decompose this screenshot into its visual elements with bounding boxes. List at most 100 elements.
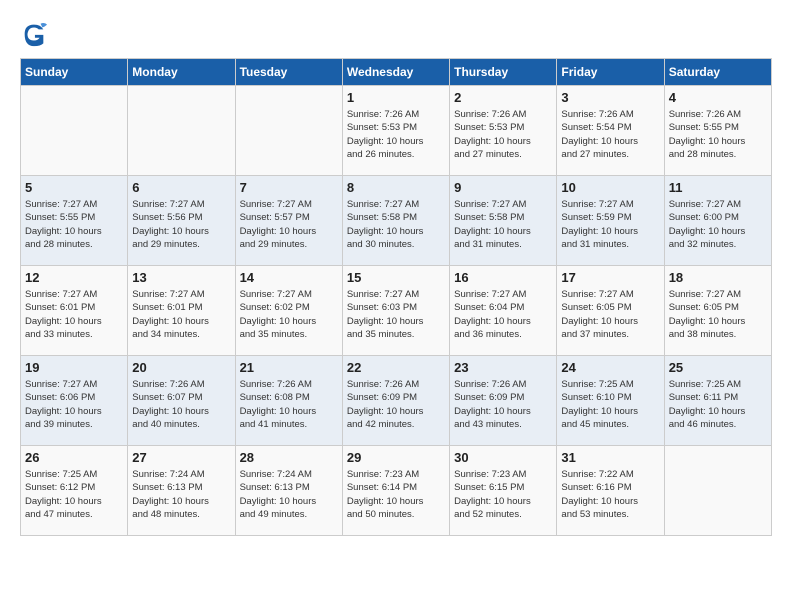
logo [20,20,52,48]
calendar-cell: 17 Sunrise: 7:27 AM Sunset: 6:05 PM Dayli… [557,266,664,356]
day-info: Sunrise: 7:25 AM Sunset: 6:11 PM Dayligh… [669,378,767,431]
weekday-header: Saturday [664,59,771,86]
day-info: Sunrise: 7:27 AM Sunset: 5:55 PM Dayligh… [25,198,123,251]
calendar-week-row: 26 Sunrise: 7:25 AM Sunset: 6:12 PM Dayli… [21,446,772,536]
day-info: Sunrise: 7:25 AM Sunset: 6:12 PM Dayligh… [25,468,123,521]
day-info: Sunrise: 7:27 AM Sunset: 6:05 PM Dayligh… [561,288,659,341]
day-number: 5 [25,180,123,195]
day-info: Sunrise: 7:27 AM Sunset: 6:03 PM Dayligh… [347,288,445,341]
day-number: 11 [669,180,767,195]
calendar-cell: 27Sunrise: 7:24 AM Sunset: 6:13 PM Dayli… [128,446,235,536]
day-number: 24 [561,360,659,375]
day-info: Sunrise: 7:24 AM Sunset: 6:13 PM Dayligh… [240,468,338,521]
calendar-cell: 29 Sunrise: 7:23 AM Sunset: 6:14 PM Dayli… [342,446,449,536]
calendar-cell: 20Sunrise: 7:26 AM Sunset: 6:07 PM Dayli… [128,356,235,446]
calendar-cell: 15 Sunrise: 7:27 AM Sunset: 6:03 PM Dayli… [342,266,449,356]
day-number: 31 [561,450,659,465]
calendar-cell: 12Sunrise: 7:27 AM Sunset: 6:01 PM Dayli… [21,266,128,356]
day-number: 16 [454,270,552,285]
weekday-header-row: SundayMondayTuesdayWednesdayThursdayFrid… [21,59,772,86]
calendar-week-row: 1 Sunrise: 7:26 AM Sunset: 5:53 PM Daylig… [21,86,772,176]
calendar-cell: 10 Sunrise: 7:27 AM Sunset: 5:59 PM Dayli… [557,176,664,266]
day-info: Sunrise: 7:26 AM Sunset: 5:53 PM Dayligh… [454,108,552,161]
calendar-cell: 3Sunrise: 7:26 AM Sunset: 5:54 PM Daylig… [557,86,664,176]
day-info: Sunrise: 7:27 AM Sunset: 5:58 PM Dayligh… [454,198,552,251]
day-info: Sunrise: 7:26 AM Sunset: 6:07 PM Dayligh… [132,378,230,431]
calendar-cell: 25 Sunrise: 7:25 AM Sunset: 6:11 PM Dayli… [664,356,771,446]
calendar-cell: 2 Sunrise: 7:26 AM Sunset: 5:53 PM Daylig… [450,86,557,176]
day-info: Sunrise: 7:27 AM Sunset: 5:59 PM Dayligh… [561,198,659,251]
calendar-cell: 9 Sunrise: 7:27 AM Sunset: 5:58 PM Daylig… [450,176,557,266]
day-info: Sunrise: 7:27 AM Sunset: 6:06 PM Dayligh… [25,378,123,431]
calendar-cell: 28 Sunrise: 7:24 AM Sunset: 6:13 PM Dayli… [235,446,342,536]
calendar-cell: 30Sunrise: 7:23 AM Sunset: 6:15 PM Dayli… [450,446,557,536]
calendar-cell: 5 Sunrise: 7:27 AM Sunset: 5:55 PM Daylig… [21,176,128,266]
calendar-cell: 13 Sunrise: 7:27 AM Sunset: 6:01 PM Dayli… [128,266,235,356]
day-number: 10 [561,180,659,195]
day-number: 17 [561,270,659,285]
calendar-cell [21,86,128,176]
day-number: 28 [240,450,338,465]
day-number: 22 [347,360,445,375]
day-info: Sunrise: 7:23 AM Sunset: 6:15 PM Dayligh… [454,468,552,521]
calendar-cell: 7 Sunrise: 7:27 AM Sunset: 5:57 PM Daylig… [235,176,342,266]
calendar-cell [235,86,342,176]
day-number: 13 [132,270,230,285]
day-number: 4 [669,90,767,105]
day-info: Sunrise: 7:27 AM Sunset: 6:05 PM Dayligh… [669,288,767,341]
calendar-cell: 8 Sunrise: 7:27 AM Sunset: 5:58 PM Daylig… [342,176,449,266]
page-header [20,20,772,48]
day-number: 18 [669,270,767,285]
day-number: 7 [240,180,338,195]
day-number: 29 [347,450,445,465]
day-number: 2 [454,90,552,105]
weekday-header: Wednesday [342,59,449,86]
calendar-cell: 23Sunrise: 7:26 AM Sunset: 6:09 PM Dayli… [450,356,557,446]
day-number: 21 [240,360,338,375]
day-info: Sunrise: 7:27 AM Sunset: 6:01 PM Dayligh… [132,288,230,341]
day-info: Sunrise: 7:24 AM Sunset: 6:13 PM Dayligh… [132,468,230,521]
calendar-cell: 19Sunrise: 7:27 AM Sunset: 6:06 PM Dayli… [21,356,128,446]
day-number: 15 [347,270,445,285]
day-info: Sunrise: 7:27 AM Sunset: 5:58 PM Dayligh… [347,198,445,251]
weekday-header: Monday [128,59,235,86]
day-info: Sunrise: 7:26 AM Sunset: 6:08 PM Dayligh… [240,378,338,431]
day-info: Sunrise: 7:26 AM Sunset: 6:09 PM Dayligh… [347,378,445,431]
calendar-cell: 24 Sunrise: 7:25 AM Sunset: 6:10 PM Dayli… [557,356,664,446]
day-number: 1 [347,90,445,105]
calendar-cell: 18 Sunrise: 7:27 AM Sunset: 6:05 PM Dayli… [664,266,771,356]
day-number: 26 [25,450,123,465]
calendar-cell [664,446,771,536]
calendar-body: 1 Sunrise: 7:26 AM Sunset: 5:53 PM Daylig… [21,86,772,536]
calendar-week-row: 5 Sunrise: 7:27 AM Sunset: 5:55 PM Daylig… [21,176,772,266]
day-number: 25 [669,360,767,375]
calendar-table: SundayMondayTuesdayWednesdayThursdayFrid… [20,58,772,536]
day-number: 8 [347,180,445,195]
day-info: Sunrise: 7:26 AM Sunset: 5:53 PM Dayligh… [347,108,445,161]
calendar-cell [128,86,235,176]
calendar-cell: 26 Sunrise: 7:25 AM Sunset: 6:12 PM Dayli… [21,446,128,536]
day-info: Sunrise: 7:26 AM Sunset: 5:55 PM Dayligh… [669,108,767,161]
logo-icon [20,20,48,48]
calendar-cell: 16 Sunrise: 7:27 AM Sunset: 6:04 PM Dayli… [450,266,557,356]
weekday-header: Tuesday [235,59,342,86]
calendar-cell: 4 Sunrise: 7:26 AM Sunset: 5:55 PM Daylig… [664,86,771,176]
calendar-cell: 11 Sunrise: 7:27 AM Sunset: 6:00 PM Dayli… [664,176,771,266]
calendar-header: SundayMondayTuesdayWednesdayThursdayFrid… [21,59,772,86]
day-info: Sunrise: 7:27 AM Sunset: 6:00 PM Dayligh… [669,198,767,251]
day-info: Sunrise: 7:22 AM Sunset: 6:16 PM Dayligh… [561,468,659,521]
day-info: Sunrise: 7:27 AM Sunset: 5:57 PM Dayligh… [240,198,338,251]
day-number: 9 [454,180,552,195]
day-info: Sunrise: 7:27 AM Sunset: 6:02 PM Dayligh… [240,288,338,341]
calendar-cell: 31 Sunrise: 7:22 AM Sunset: 6:16 PM Dayli… [557,446,664,536]
day-info: Sunrise: 7:27 AM Sunset: 6:04 PM Dayligh… [454,288,552,341]
calendar-cell: 14 Sunrise: 7:27 AM Sunset: 6:02 PM Dayli… [235,266,342,356]
calendar-cell: 22 Sunrise: 7:26 AM Sunset: 6:09 PM Dayli… [342,356,449,446]
day-info: Sunrise: 7:27 AM Sunset: 5:56 PM Dayligh… [132,198,230,251]
calendar-cell: 1 Sunrise: 7:26 AM Sunset: 5:53 PM Daylig… [342,86,449,176]
day-info: Sunrise: 7:23 AM Sunset: 6:14 PM Dayligh… [347,468,445,521]
day-number: 12 [25,270,123,285]
day-number: 14 [240,270,338,285]
calendar-cell: 21 Sunrise: 7:26 AM Sunset: 6:08 PM Dayli… [235,356,342,446]
day-info: Sunrise: 7:25 AM Sunset: 6:10 PM Dayligh… [561,378,659,431]
